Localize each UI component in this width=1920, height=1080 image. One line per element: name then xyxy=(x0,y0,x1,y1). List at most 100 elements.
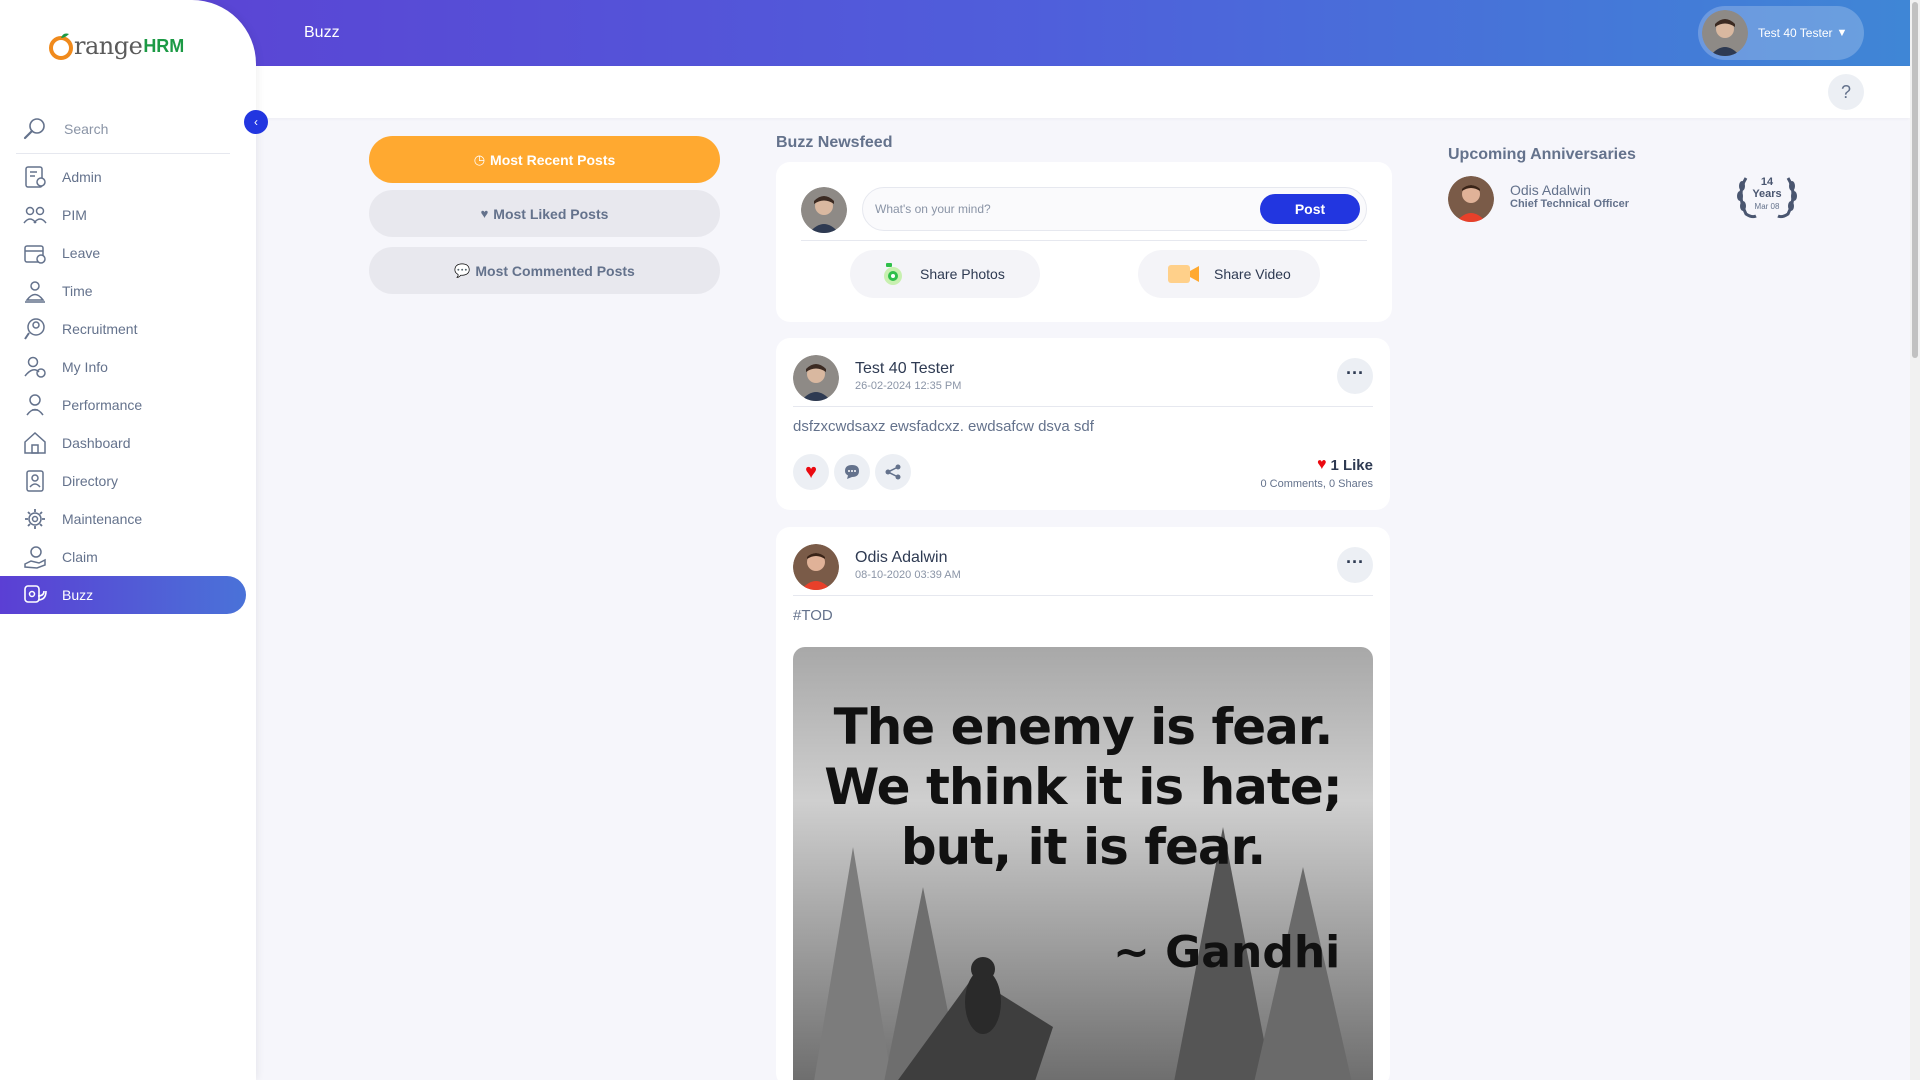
help-button[interactable]: ? xyxy=(1828,74,1864,110)
share-video-button[interactable]: Share Video xyxy=(1138,250,1320,298)
sidebar-item-leave[interactable]: Leave xyxy=(0,234,256,272)
most-recent-posts-button[interactable]: ◷ Most Recent Posts xyxy=(369,136,720,183)
most-recent-posts-label: Most Recent Posts xyxy=(490,151,616,168)
post-card: Odis Adalwin 08-10-2020 03:39 AM ··· #TO… xyxy=(776,527,1390,1080)
post-body: #TOD xyxy=(793,607,833,624)
post-composer: What's on your mind? Post Share Photos S… xyxy=(776,162,1392,322)
post-author[interactable]: Odis Adalwin xyxy=(855,549,948,567)
sidebar-menu: Admin PIM Leave Time Recruitment My Info… xyxy=(0,158,256,614)
sidebar-item-label: Buzz xyxy=(62,587,94,603)
post-image[interactable]: The enemy is fear. We think it is hate; … xyxy=(793,647,1373,1080)
sidebar-item-label: My Info xyxy=(62,359,108,375)
post-input[interactable]: What's on your mind? Post xyxy=(862,187,1367,231)
user-avatar xyxy=(1702,10,1748,56)
sidebar-item-label: Directory xyxy=(62,473,119,489)
maintenance-icon xyxy=(25,509,45,529)
page-scrollbar[interactable] xyxy=(1910,0,1920,1080)
share-photos-label: Share Photos xyxy=(920,266,1005,282)
post-timestamp: 08-10-2020 03:39 AM xyxy=(855,569,961,581)
like-count-label: 1 Like xyxy=(1330,456,1373,474)
sidebar-item-pim[interactable]: PIM xyxy=(0,196,256,234)
anniversaries-title: Upcoming Anniversaries xyxy=(1448,146,1636,163)
sidebar-item-label: Admin xyxy=(62,169,102,185)
quote-author: ~ Gandhi xyxy=(1113,927,1341,978)
sidebar-item-time[interactable]: Time xyxy=(0,272,256,310)
share-button[interactable] xyxy=(875,454,911,490)
sidebar-item-label: Claim xyxy=(62,549,98,565)
divider xyxy=(793,406,1373,407)
employee-name: Odis Adalwin xyxy=(1510,182,1591,198)
most-liked-posts-label: Most Liked Posts xyxy=(493,205,609,222)
user-menu[interactable]: Test 40 Tester ▼ xyxy=(1698,6,1864,60)
more-icon: ··· xyxy=(1346,552,1364,572)
share-photos-button[interactable]: Share Photos xyxy=(850,250,1040,298)
chevron-left-icon: ‹ xyxy=(254,115,258,129)
user-name: Test 40 Tester xyxy=(1758,26,1833,40)
time-icon xyxy=(25,281,45,303)
top-bar: Buzz Test 40 Tester ▼ xyxy=(0,0,1910,66)
pim-icon xyxy=(23,206,47,224)
sidebar-search[interactable]: Search xyxy=(16,104,230,154)
comment-count[interactable]: 0 Comments xyxy=(1260,478,1322,490)
post-stats: 0 Comments, 0 Shares xyxy=(1260,478,1373,490)
sidebar-item-label: Performance xyxy=(62,397,143,413)
sidebar-item-label: Time xyxy=(62,283,93,299)
post-body: dsfzxcwdsaxz ewsfadcxz. ewdsafcw dsva sd… xyxy=(793,418,1094,435)
sidebar-item-claim[interactable]: Claim xyxy=(0,538,256,576)
post-author[interactable]: Test 40 Tester xyxy=(855,360,954,378)
most-liked-posts-button[interactable]: ♥ Most Liked Posts xyxy=(369,190,720,237)
post-button[interactable]: Post xyxy=(1260,194,1360,224)
divider xyxy=(801,240,1367,241)
like-count[interactable]: ♥ 1 Like xyxy=(1317,456,1373,474)
sidebar-item-label: Recruitment xyxy=(62,321,138,337)
divider xyxy=(793,595,1373,596)
anniversary-years-label: Years xyxy=(1752,188,1782,200)
anniversary-years: 14 xyxy=(1760,176,1774,188)
most-commented-posts-label: Most Commented Posts xyxy=(475,262,635,279)
sidebar-item-performance[interactable]: Performance xyxy=(0,386,256,424)
directory-icon xyxy=(26,470,44,492)
sidebar-item-dashboard[interactable]: Dashboard xyxy=(0,424,256,462)
sidebar-item-recruitment[interactable]: Recruitment xyxy=(0,310,256,348)
quote-line: The enemy is fear. xyxy=(833,698,1334,756)
leave-icon xyxy=(24,245,46,264)
anniversary-item: Odis Adalwin Chief Technical Officer 14 … xyxy=(1448,176,1808,222)
sidebar: range HRM Search Admin PIM Leave Time Re… xyxy=(0,0,256,1080)
sidebar-item-admin[interactable]: Admin xyxy=(0,158,256,196)
post-options-button[interactable]: ··· xyxy=(1337,547,1373,583)
claim-icon xyxy=(24,546,46,569)
comment-button[interactable] xyxy=(834,454,870,490)
share-video-label: Share Video xyxy=(1214,266,1291,282)
like-button[interactable]: ♥ xyxy=(793,454,829,490)
employee-avatar xyxy=(1448,176,1494,222)
recruitment-icon xyxy=(24,318,45,340)
most-commented-posts-button[interactable]: 💬 Most Commented Posts xyxy=(369,247,720,294)
sub-bar: ? xyxy=(0,66,1910,118)
admin-icon xyxy=(25,166,46,188)
clock-icon: ◷ xyxy=(473,151,486,167)
orangehrm-logo[interactable]: range HRM xyxy=(48,32,184,60)
comment-icon: 💬 xyxy=(454,262,471,278)
sidebar-item-buzz[interactable]: Buzz xyxy=(0,576,246,614)
photo-icon xyxy=(884,263,902,285)
sidebar-item-label: Maintenance xyxy=(62,511,143,527)
sidebar-item-maintenance[interactable]: Maintenance xyxy=(0,500,256,538)
sidebar-item-my-info[interactable]: My Info xyxy=(0,348,256,386)
buzz-icon xyxy=(24,585,47,603)
sidebar-item-directory[interactable]: Directory xyxy=(0,462,256,500)
heart-icon: ♥ xyxy=(480,206,489,221)
performance-icon xyxy=(26,394,44,416)
dashboard-icon xyxy=(24,431,46,454)
post-options-button[interactable]: ··· xyxy=(1337,358,1373,394)
share-count[interactable]: 0 Shares xyxy=(1329,478,1373,490)
my-info-icon xyxy=(24,356,46,378)
logo-hrm-text: HRM xyxy=(143,35,185,56)
quote-line: but, it is fear. xyxy=(900,818,1266,876)
post-author-avatar xyxy=(793,355,839,401)
scrollbar-thumb[interactable] xyxy=(1912,2,1918,358)
logo-text: range xyxy=(74,32,143,60)
comment-icon xyxy=(845,465,859,479)
composer-avatar xyxy=(801,187,847,233)
collapse-sidebar-button[interactable]: ‹ xyxy=(244,110,268,134)
post-input-placeholder: What's on your mind? xyxy=(875,202,991,216)
